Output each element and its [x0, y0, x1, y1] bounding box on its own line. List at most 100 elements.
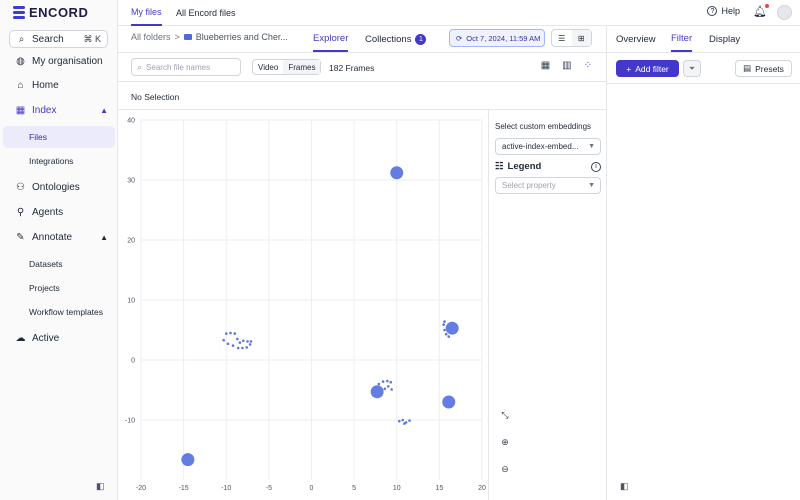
legend-property-select[interactable]: Select property ▼ [495, 177, 601, 194]
presets-button[interactable]: ▤ Presets [735, 60, 792, 77]
data-point[interactable] [222, 338, 225, 342]
data-point[interactable] [377, 382, 381, 386]
date-version-button[interactable]: ⟳ Oct 7, 2024, 11:59 AM [449, 29, 545, 47]
data-point[interactable] [403, 422, 406, 425]
data-point[interactable] [233, 332, 237, 335]
tab-all-encord-files[interactable]: All Encord files [176, 0, 236, 26]
data-point[interactable] [444, 332, 448, 336]
grid-view-icon[interactable]: ⊞ [571, 30, 591, 46]
property-placeholder: Select property [502, 181, 556, 190]
zoom-in-icon[interactable]: ⊕ [500, 437, 510, 447]
legend-title: Legend [507, 161, 542, 172]
sidebar-item-active[interactable]: ☁ Active [9, 327, 114, 349]
data-point[interactable] [390, 388, 393, 391]
data-point[interactable] [383, 387, 387, 391]
sidebar-item-integrations[interactable]: Integrations [3, 150, 115, 172]
data-point[interactable] [381, 380, 385, 383]
video-mode-button[interactable]: Video [253, 60, 283, 74]
cluster-point[interactable] [370, 385, 384, 399]
table-view-icon[interactable]: ▦ [541, 60, 550, 71]
embeddings-select[interactable]: active-index-embed... ▼ [495, 138, 601, 155]
legend-header: ☷ Legend i [495, 161, 601, 172]
breadcrumb-current[interactable]: Blueberries and Cher... [196, 32, 288, 42]
scatter-plot-icon[interactable]: ⁘ [584, 60, 592, 71]
collapse-panel-icon[interactable]: ◧ [620, 481, 629, 492]
list-view-icon[interactable]: ☰ [552, 30, 572, 46]
sidebar-item-home[interactable]: ⌂ Home [9, 74, 114, 96]
sidebar-item-my-organisation[interactable]: ◍ My organisation [9, 50, 114, 72]
sidebar-item-files[interactable]: Files [3, 126, 115, 148]
tab-display[interactable]: Display [709, 26, 740, 52]
collapse-sidebar-icon[interactable]: ◧ [96, 481, 105, 492]
avatar[interactable] [777, 5, 792, 20]
fit-view-icon[interactable]: ⤡ [500, 410, 510, 420]
data-point[interactable] [447, 335, 451, 338]
data-point[interactable] [401, 418, 405, 422]
data-point[interactable] [246, 340, 249, 343]
data-point[interactable] [236, 337, 239, 341]
y-tick-label: 10 [127, 298, 135, 305]
y-tick-label: 0 [131, 358, 135, 365]
y-tick-label: -10 [125, 418, 135, 425]
global-search-button[interactable]: ⌕ Search ⌘ K [9, 30, 108, 48]
collections-count-badge: 1 [415, 33, 427, 45]
data-point[interactable] [242, 339, 245, 343]
bar-chart-icon[interactable]: ▥ [562, 60, 571, 71]
tab-filter[interactable]: Filter [671, 26, 693, 52]
tab-collections[interactable]: Collections 1 [365, 26, 427, 52]
add-filter-button[interactable]: + Add filter [616, 60, 679, 77]
data-point[interactable] [231, 344, 235, 347]
search-shortcut: ⌘ K [83, 33, 101, 44]
scatter-plot-svg[interactable]: -20 -15 -10 -5 0 5 10 15 20 -10 0 10 20 30 40 [118, 110, 489, 500]
file-search-input[interactable] [146, 62, 237, 72]
data-point[interactable] [386, 385, 390, 388]
filter-options-button[interactable]: ⏷ [683, 60, 701, 77]
help-button[interactable]: ? Help [707, 6, 740, 16]
data-point[interactable] [443, 320, 446, 323]
data-point[interactable] [386, 379, 389, 383]
sidebar-item-label: Index [32, 104, 57, 116]
tab-explorer[interactable]: Explorer [313, 26, 349, 52]
sidebar-item-label: Active [32, 332, 60, 344]
data-point[interactable] [226, 342, 230, 346]
tab-overview[interactable]: Overview [616, 26, 656, 52]
breadcrumb-root[interactable]: All folders [131, 32, 171, 42]
cluster-point[interactable] [442, 395, 456, 409]
data-point[interactable] [442, 323, 445, 326]
data-point[interactable] [236, 346, 240, 350]
filter-bar: + Add filter ⏷ ▤ Presets [607, 52, 800, 84]
data-point[interactable] [224, 332, 228, 335]
zoom-out-icon[interactable]: ⊖ [500, 464, 510, 474]
encord-logo[interactable]: ENCORD [13, 5, 88, 20]
data-point[interactable] [408, 419, 411, 422]
sidebar-item-datasets[interactable]: Datasets [3, 253, 115, 275]
data-point[interactable] [245, 346, 249, 349]
sidebar-item-workflow-templates[interactable]: Workflow templates [3, 301, 115, 323]
sidebar-item-ontologies[interactable]: ⚇ Ontologies [9, 176, 114, 198]
presets-icon: ▤ [743, 63, 752, 73]
sidebar-item-agents[interactable]: ⚲ Agents [9, 201, 114, 223]
data-point[interactable] [389, 380, 393, 384]
info-icon[interactable]: i [591, 161, 601, 172]
data-point[interactable] [398, 419, 401, 423]
tab-my-files[interactable]: My files [131, 0, 162, 26]
embedding-plot[interactable]: -20 -15 -10 -5 0 5 10 15 20 -10 0 10 20 30 40 [118, 110, 489, 500]
tab-label: Collections [365, 33, 412, 45]
data-point[interactable] [248, 343, 252, 346]
cluster-point[interactable] [181, 453, 195, 467]
sidebar-item-projects[interactable]: Projects [3, 277, 115, 299]
sidebar-item-index[interactable]: ▦ Index ▲ [9, 99, 114, 121]
data-point[interactable] [249, 340, 253, 343]
cluster-point[interactable] [445, 321, 459, 335]
data-point[interactable] [443, 328, 446, 332]
data-point[interactable] [238, 341, 242, 344]
notifications-button[interactable]: 🔔︎ [753, 4, 769, 18]
embeddings-label: Select custom embeddings [495, 122, 592, 131]
frames-mode-button[interactable]: Frames [283, 60, 321, 74]
data-point[interactable] [229, 331, 232, 335]
cluster-point[interactable] [390, 166, 404, 180]
date-label: Oct 7, 2024, 11:59 AM [466, 33, 541, 43]
y-tick-label: 40 [127, 118, 135, 125]
data-point[interactable] [241, 346, 244, 350]
sidebar-item-annotate[interactable]: ✎ Annotate ▲ [9, 226, 114, 248]
